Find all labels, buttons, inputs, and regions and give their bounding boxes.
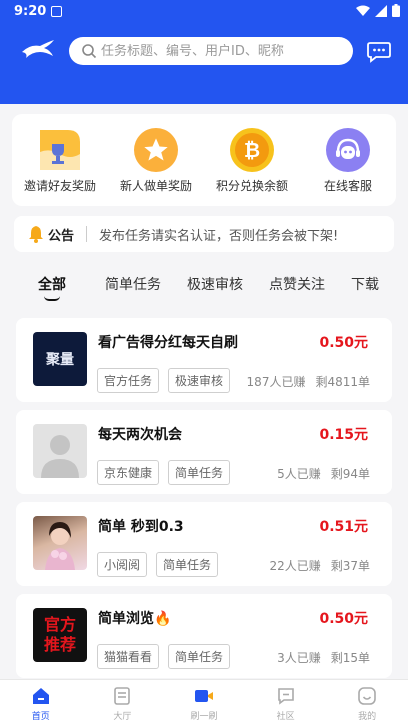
bottom-nav: 首页 大厅 刷一刷 社区 我的 bbox=[0, 679, 408, 725]
bitcoin-coin-icon: ₿ bbox=[230, 128, 274, 172]
invite-trophy-icon bbox=[38, 128, 82, 172]
nav-video[interactable]: 刷一刷 bbox=[163, 680, 245, 725]
category-tabs: 全部 简单任务 极速审核 点赞关注 下载 bbox=[0, 268, 408, 308]
quick-action-newbie[interactable]: 新人做单奖励 bbox=[111, 128, 201, 206]
nav-home[interactable]: 首页 bbox=[0, 680, 82, 725]
community-icon bbox=[277, 688, 294, 705]
task-title: 简单浏览🔥 bbox=[98, 611, 172, 627]
task-tags: 京东健康 简单任务 bbox=[97, 460, 231, 485]
task-tag: 简单任务 bbox=[168, 644, 231, 669]
battery-icon bbox=[392, 4, 400, 17]
svg-text:₿: ₿ bbox=[244, 138, 260, 162]
task-tag: 猫猫看看 bbox=[97, 644, 160, 669]
star-medal-icon bbox=[134, 128, 178, 172]
search-icon bbox=[82, 44, 97, 59]
notification-icon bbox=[51, 6, 62, 17]
nav-profile[interactable]: 我的 bbox=[326, 680, 408, 725]
earned-count: 3人已赚 bbox=[277, 651, 321, 665]
system-icons bbox=[356, 4, 400, 17]
task-price: 0.51元 bbox=[319, 519, 368, 535]
wifi-icon bbox=[356, 5, 370, 16]
task-title: 看广告得分红每天自刷 bbox=[98, 335, 238, 351]
tab-simple[interactable]: 简单任务 bbox=[105, 274, 161, 294]
task-card[interactable]: 每天两次机会 0.15元 京东健康 简单任务 5人已赚 剩94单 bbox=[16, 410, 392, 494]
task-tag: 简单任务 bbox=[168, 460, 231, 485]
task-stats: 5人已赚 剩94单 bbox=[277, 465, 370, 482]
task-title: 每天两次机会 bbox=[98, 427, 182, 443]
thumbnail-text: 官方推荐 bbox=[43, 615, 76, 654]
quick-actions: 邀请好友奖励 新人做单奖励 ₿ 积分兑换余额 在线客服 bbox=[12, 114, 396, 206]
task-stats: 187人已赚 剩4811单 bbox=[247, 373, 370, 390]
earned-count: 22人已赚 bbox=[269, 559, 321, 573]
task-tag: 极速审核 bbox=[168, 368, 231, 393]
task-tag: 简单任务 bbox=[156, 552, 219, 577]
remaining-count: 剩37单 bbox=[330, 559, 370, 573]
tab-all[interactable]: 全部 bbox=[38, 274, 66, 294]
search-bar[interactable] bbox=[69, 37, 353, 65]
task-card[interactable]: 简单 秒到0.3 0.51元 小阅阅 简单任务 22人已赚 剩37单 bbox=[16, 502, 392, 586]
task-tags: 小阅阅 简单任务 bbox=[97, 552, 219, 577]
announcement-tag: 公告 bbox=[48, 228, 75, 244]
quick-action-label: 邀请好友奖励 bbox=[23, 179, 96, 193]
app-header bbox=[0, 24, 408, 104]
announcement-text: 发布任务请实名认证，否则任务会被下架! bbox=[99, 228, 339, 244]
nav-hall[interactable]: 大厅 bbox=[82, 680, 164, 725]
task-card[interactable]: 官方推荐 简单浏览🔥 0.50元 猫猫看看 简单任务 3人已赚 剩15单 bbox=[16, 594, 392, 678]
quick-action-invite[interactable]: 邀请好友奖励 bbox=[15, 128, 105, 206]
task-price: 0.50元 bbox=[319, 611, 368, 627]
profile-icon bbox=[358, 687, 376, 705]
task-stats: 3人已赚 剩15单 bbox=[277, 649, 370, 666]
task-tag: 官方任务 bbox=[97, 368, 160, 393]
quick-action-service[interactable]: 在线客服 bbox=[303, 128, 393, 206]
nav-label: 刷一刷 bbox=[190, 712, 218, 722]
hall-icon bbox=[114, 687, 131, 705]
divider bbox=[86, 226, 88, 242]
home-icon bbox=[32, 688, 49, 704]
signal-icon bbox=[375, 4, 387, 17]
quick-action-label: 在线客服 bbox=[323, 179, 372, 193]
tab-like-follow[interactable]: 点赞关注 bbox=[269, 274, 325, 294]
task-tag: 京东健康 bbox=[97, 460, 160, 485]
app-logo bbox=[22, 40, 54, 58]
status-bar: 9:20 bbox=[0, 0, 408, 24]
video-icon bbox=[194, 690, 213, 702]
task-thumbnail bbox=[33, 516, 87, 570]
task-stats: 22人已赚 剩37单 bbox=[269, 557, 370, 574]
earned-count: 187人已赚 bbox=[246, 375, 306, 389]
quick-action-label: 积分兑换余额 bbox=[215, 179, 288, 193]
tab-download[interactable]: 下载 bbox=[351, 274, 379, 294]
nav-label: 大厅 bbox=[113, 712, 132, 722]
task-title: 简单 秒到0.3 bbox=[98, 519, 184, 535]
status-time: 9:20 bbox=[14, 4, 47, 19]
task-tags: 官方任务 极速审核 bbox=[97, 368, 231, 393]
task-thumbnail: 聚量 bbox=[33, 332, 87, 386]
bell-icon bbox=[29, 226, 43, 243]
remaining-count: 剩4811单 bbox=[315, 375, 370, 389]
quick-action-exchange[interactable]: ₿ 积分兑换余额 bbox=[207, 128, 297, 206]
tab-fast-review[interactable]: 极速审核 bbox=[187, 274, 243, 294]
earned-count: 5人已赚 bbox=[277, 467, 321, 481]
default-avatar-icon bbox=[33, 424, 87, 478]
task-card[interactable]: 聚量 看广告得分红每天自刷 0.50元 官方任务 极速审核 187人已赚 剩481… bbox=[16, 318, 392, 402]
announcement-bar[interactable]: 公告 发布任务请实名认证，否则任务会被下架! bbox=[14, 216, 394, 252]
active-tab-indicator bbox=[44, 296, 60, 301]
thumbnail-text: 聚量 bbox=[46, 352, 74, 368]
task-thumbnail: 官方推荐 bbox=[33, 608, 87, 662]
nav-label: 首页 bbox=[31, 712, 50, 722]
quick-action-label: 新人做单奖励 bbox=[119, 179, 192, 193]
search-input[interactable] bbox=[101, 43, 331, 59]
task-tag: 小阅阅 bbox=[97, 552, 148, 577]
customer-service-icon bbox=[326, 128, 370, 172]
remaining-count: 剩94单 bbox=[330, 467, 370, 481]
task-price: 0.50元 bbox=[319, 335, 368, 351]
remaining-count: 剩15单 bbox=[330, 651, 370, 665]
task-tags: 猫猫看看 简单任务 bbox=[97, 644, 231, 669]
task-price: 0.15元 bbox=[319, 427, 368, 443]
message-icon[interactable] bbox=[366, 40, 392, 64]
nav-community[interactable]: 社区 bbox=[245, 680, 327, 725]
nav-label: 社区 bbox=[276, 712, 295, 722]
nav-label: 我的 bbox=[358, 712, 377, 722]
